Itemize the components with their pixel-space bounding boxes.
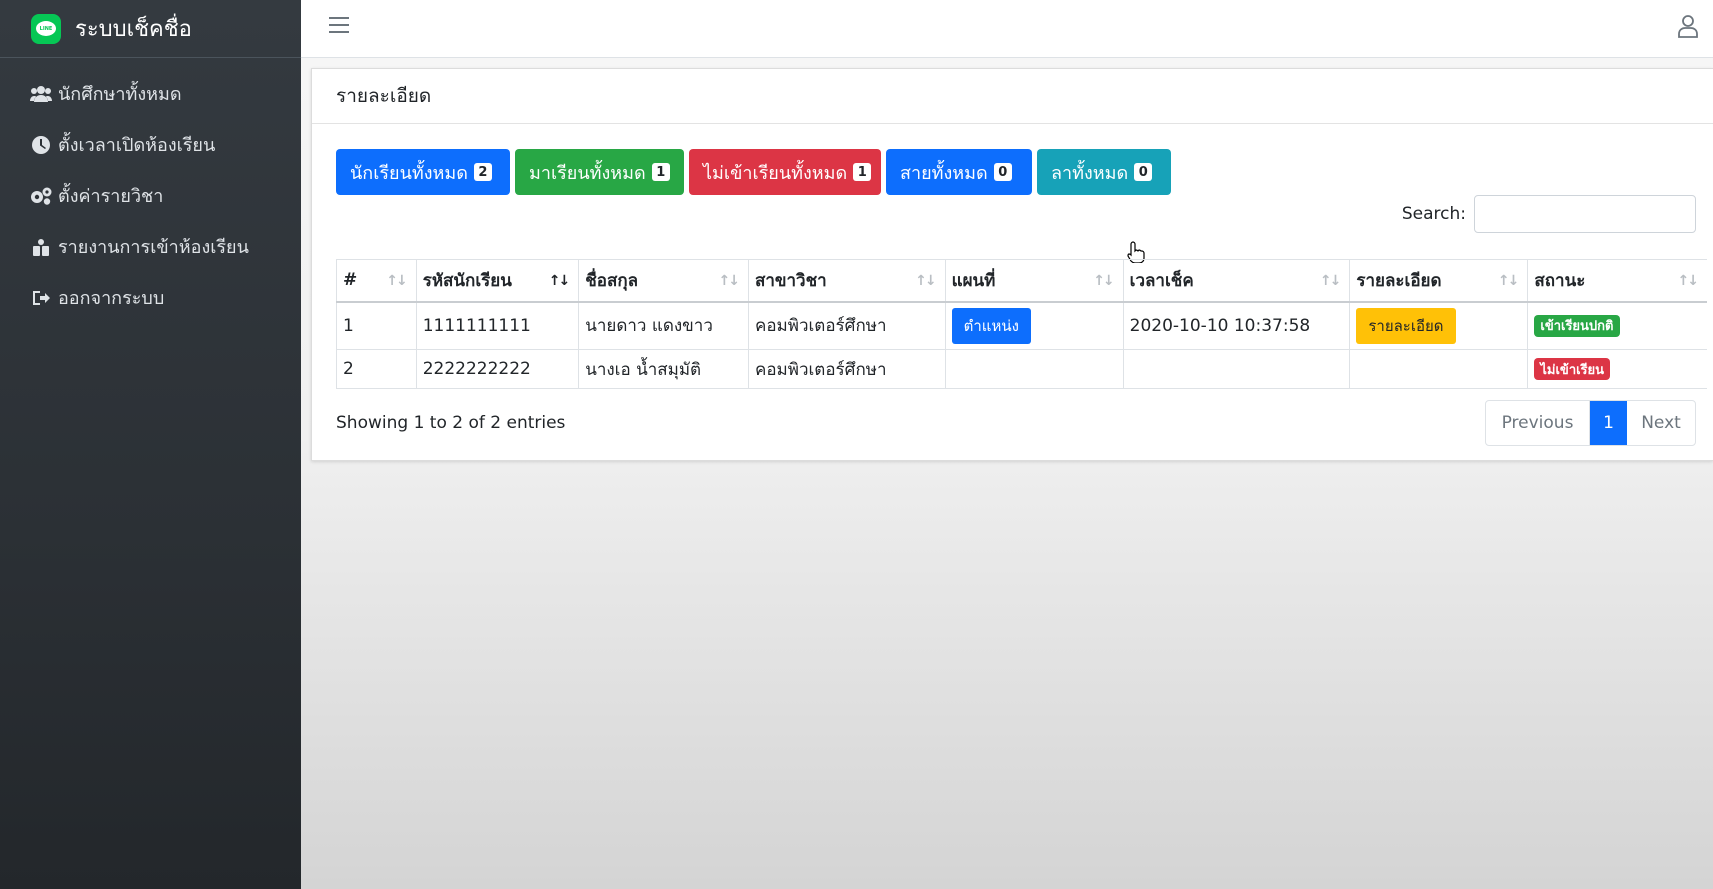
sidebar-item-all-students[interactable]: นักศึกษาทั้งหมด	[0, 68, 301, 119]
sidebar-item-label: รายงานการเข้าห้องเรียน	[58, 237, 249, 258]
location-button[interactable]: ตำแหน่ง	[951, 307, 1031, 344]
card-title: รายละเอียด	[312, 69, 1713, 124]
column-header-map[interactable]: แผนที่ ↑↓	[944, 259, 1124, 303]
cell-status: ไม่เข้าเรียน	[1527, 349, 1707, 389]
sort-icon: ↑↓	[1319, 273, 1342, 289]
cell-name: นายดาว แดงขาว	[578, 301, 749, 350]
detail-button[interactable]: รายละเอียด	[1356, 307, 1456, 344]
previous-page-button[interactable]: Previous	[1486, 401, 1590, 445]
status-badge: ไม่เข้าเรียน	[1534, 358, 1611, 380]
attendance-table: # ↑↓ รหัสนักเรียน ↑↓ ชื่อสกุล ↑↓ สาขาวิชา ↑↓…	[336, 259, 1707, 389]
brand-title: ระบบเช็คชื่อ	[75, 17, 192, 42]
sort-icon: ↑↓	[1497, 273, 1520, 289]
leave-button[interactable]: ลาทั้งหมด 0	[1037, 149, 1171, 195]
cell-detail: รายละเอียด	[1349, 301, 1529, 350]
count-badge: 2	[473, 163, 492, 181]
table-info: Showing 1 to 2 of 2 entries	[336, 413, 566, 433]
sort-icon: ↑↓	[718, 273, 740, 289]
column-header-student-id[interactable]: รหัสนักเรียน ↑↓	[415, 259, 580, 303]
column-header-detail[interactable]: รายละเอียด ↑↓	[1349, 259, 1529, 303]
column-header-check-time[interactable]: เวลาเช็ค ↑↓	[1122, 259, 1351, 303]
gears-icon	[30, 186, 52, 206]
topbar	[301, 0, 1713, 58]
clock-icon	[30, 135, 52, 155]
report-icon	[30, 237, 52, 257]
page-1-button[interactable]: 1	[1590, 401, 1627, 445]
cell-student-id: 2222222222	[415, 349, 580, 389]
summary-button-group: นักเรียนทั้งหมด 2 มาเรียนทั้งหมด 1 ไม่เข…	[336, 149, 1176, 195]
cell-status: เข้าเรียนปกติ	[1527, 301, 1707, 350]
cell-check-time	[1122, 349, 1351, 389]
sidebar-item-set-class-time[interactable]: ตั้งเวลาเปิดห้องเรียน	[0, 119, 301, 170]
cell-check-time: 2020-10-10 10:37:58	[1122, 301, 1351, 350]
sort-icon: ↑↓	[915, 273, 937, 289]
search-label: Search:	[1401, 204, 1466, 224]
present-button[interactable]: มาเรียนทั้งหมด 1	[515, 149, 684, 195]
count-badge: 0	[993, 163, 1012, 181]
sidebar-item-logout[interactable]: ออกจากระบบ	[0, 272, 301, 323]
late-button[interactable]: สายทั้งหมด 0	[886, 149, 1032, 195]
cell-major: คอมพิวเตอร์ศึกษา	[747, 301, 946, 350]
cell-student-id: 1111111111	[415, 301, 580, 350]
users-icon	[30, 84, 52, 104]
search-input[interactable]	[1474, 195, 1696, 233]
menu-toggle-icon[interactable]	[329, 17, 349, 35]
user-icon[interactable]	[1677, 14, 1699, 38]
sign-out-icon	[30, 288, 52, 308]
main-content: รายละเอียด นักเรียนทั้งหมด 2 มาเรียนทั้ง…	[301, 58, 1713, 889]
next-page-button[interactable]: Next	[1627, 401, 1695, 445]
column-header-number[interactable]: # ↑↓	[336, 259, 417, 303]
column-header-name[interactable]: ชื่อสกุล ↑↓	[578, 259, 749, 303]
table-row: 1 1111111111 นายดาว แดงขาว คอมพิวเตอร์ศึ…	[336, 301, 1707, 350]
line-logo-icon: LINE	[31, 13, 61, 44]
sort-icon: ↑↓	[1093, 273, 1115, 289]
cell-detail	[1349, 349, 1529, 389]
cell-major: คอมพิวเตอร์ศึกษา	[747, 349, 946, 389]
sidebar-item-attendance-report[interactable]: รายงานการเข้าห้องเรียน	[0, 221, 301, 272]
table-row: 2 2222222222 นางเอ น้ำสมุมัติ คอมพิวเตอร…	[336, 349, 1707, 389]
sort-icon: ↑↓	[386, 273, 408, 289]
absent-button[interactable]: ไม่เข้าเรียนทั้งหมด 1	[689, 149, 881, 195]
cell-number: 2	[336, 349, 417, 389]
cell-number: 1	[336, 301, 417, 350]
cell-map	[944, 349, 1124, 389]
sidebar-nav: นักศึกษาทั้งหมด ตั้งเวลาเปิดห้องเรียน ตั…	[0, 68, 301, 323]
pagination: Previous 1 Next	[1485, 400, 1696, 446]
sidebar-item-label: ตั้งค่ารายวิชา	[58, 186, 164, 207]
sort-ascending-icon: ↑↓	[548, 273, 571, 289]
cell-map: ตำแหน่ง	[944, 301, 1124, 350]
sidebar-item-label: ตั้งเวลาเปิดห้องเรียน	[58, 135, 216, 156]
count-badge: 1	[651, 163, 670, 181]
count-badge: 0	[1134, 163, 1153, 181]
sidebar-item-label: นักศึกษาทั้งหมด	[58, 84, 182, 105]
status-badge: เข้าเรียนปกติ	[1534, 314, 1620, 337]
detail-card: รายละเอียด นักเรียนทั้งหมด 2 มาเรียนทั้ง…	[311, 68, 1713, 461]
column-header-status[interactable]: สถานะ ↑↓	[1527, 259, 1707, 303]
all-students-button[interactable]: นักเรียนทั้งหมด 2	[336, 149, 510, 195]
sidebar: LINE ระบบเช็คชื่อ นักศึกษาทั้งหมด ตั้งเว…	[0, 0, 301, 889]
count-badge: 1	[853, 163, 872, 181]
sort-icon: ↑↓	[1677, 273, 1700, 289]
table-header-row: # ↑↓ รหัสนักเรียน ↑↓ ชื่อสกุล ↑↓ สาขาวิชา ↑↓…	[336, 259, 1707, 303]
column-header-major[interactable]: สาขาวิชา ↑↓	[747, 259, 946, 303]
brand[interactable]: LINE ระบบเช็คชื่อ	[0, 0, 301, 58]
cell-name: นางเอ น้ำสมุมัติ	[578, 349, 749, 389]
sidebar-item-label: ออกจากระบบ	[58, 288, 165, 309]
search-box: Search:	[1402, 195, 1696, 233]
sidebar-item-course-settings[interactable]: ตั้งค่ารายวิชา	[0, 170, 301, 221]
